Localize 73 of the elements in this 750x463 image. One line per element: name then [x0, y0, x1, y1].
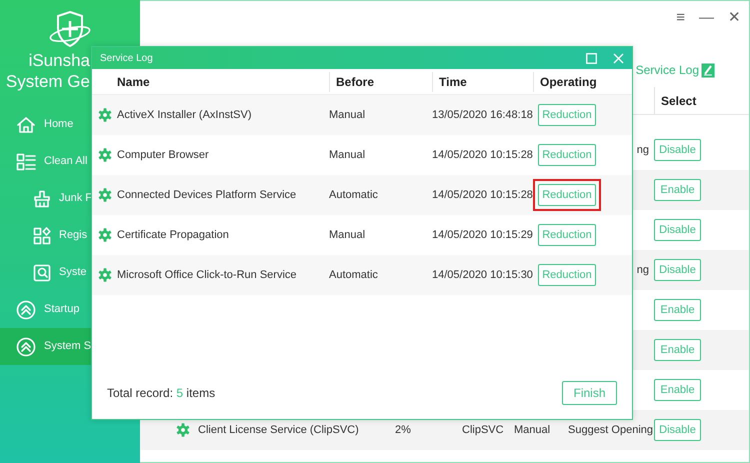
column-header: Operating	[540, 74, 597, 90]
sidebar-label: Home	[44, 117, 74, 132]
column-header: Time	[439, 74, 467, 90]
reduction-button[interactable]: Reduction	[538, 104, 596, 126]
brush-icon	[33, 190, 51, 208]
toggle-button[interactable]: Enable	[654, 179, 701, 201]
gear-icon	[176, 423, 190, 437]
sidebar-item[interactable]: Startup	[0, 291, 140, 328]
gear-icon	[98, 188, 112, 202]
menu-button[interactable]: ≡	[676, 7, 685, 35]
table-cell-text: Computer Browser	[117, 148, 210, 163]
close-button[interactable]: ✕	[728, 7, 741, 35]
table-cell-text: Automatic	[329, 268, 379, 283]
toggle-button[interactable]: Enable	[654, 339, 701, 361]
toggle-button[interactable]: Disable	[654, 139, 701, 161]
toggle-button[interactable]: Enable	[654, 379, 701, 401]
gear-icon	[98, 228, 112, 242]
gear-icon	[98, 108, 112, 122]
registry-icon	[33, 226, 51, 244]
reduction-button[interactable]: Reduction	[538, 264, 596, 286]
total-record-text: Total record: 5 items	[107, 385, 216, 402]
table-cell-text: Manual	[514, 422, 552, 438]
drive-icon	[33, 264, 51, 282]
finish-button[interactable]: Finish	[562, 381, 617, 405]
column-header: Select	[654, 87, 710, 114]
sidebar-label: Syste	[59, 265, 87, 280]
column-header: Name	[117, 74, 150, 90]
table-cell-text: Manual	[329, 228, 366, 243]
toggle-button[interactable]: Disable	[654, 419, 701, 441]
table-cell-text: ActiveX Installer (AxInstSV)	[117, 108, 252, 123]
table-cell-text: 2%	[395, 422, 412, 438]
toggle-button[interactable]: Disable	[654, 219, 701, 241]
brand-name: iSunsha	[28, 50, 90, 71]
table-cell-text: Microsoft Office Click-to-Run Service	[117, 268, 298, 283]
table-cell-text: 14/05/2020 10:15:30	[432, 268, 533, 283]
sidebar-label: Regis	[59, 228, 88, 244]
table-cell-text: 13/05/2020 16:48:18	[432, 108, 533, 123]
home-icon	[16, 116, 36, 134]
chevrons-up-icon	[16, 336, 36, 356]
table-cell-text: 14/05/2020 10:15:29	[432, 228, 533, 243]
table-cell-text: ClipSVC	[462, 422, 505, 438]
sidebar-label: System S	[44, 339, 92, 354]
toggle-button[interactable]: Disable	[654, 259, 701, 281]
close-icon[interactable]	[613, 52, 624, 64]
edit-icon	[701, 62, 715, 78]
column-header: Before	[336, 74, 374, 90]
brand-name: System Ge	[6, 71, 90, 92]
table-cell-text: Manual	[329, 148, 366, 163]
table-cell-text: Suggest Opening	[568, 422, 654, 438]
table-cell-text: Client License Service (ClipSVC)	[198, 422, 360, 438]
table-cell: ng	[636, 144, 649, 156]
table-cell: ng	[636, 264, 649, 276]
service-log-link[interactable]: Service Log	[636, 61, 699, 79]
table-cell-text: Automatic	[329, 188, 379, 203]
table-cell-text: 14/05/2020 10:15:28	[432, 148, 533, 163]
minimize-button[interactable]: —	[699, 7, 714, 35]
sidebar-label: Clean All	[44, 154, 88, 170]
reduction-button[interactable]: Reduction	[538, 224, 596, 246]
list-icon	[16, 152, 36, 170]
gear-icon	[98, 148, 112, 162]
maximize-icon[interactable]	[586, 52, 597, 64]
table-cell-text: Connected Devices Platform Service	[117, 188, 298, 203]
table-cell-text: Certificate Propagation	[117, 228, 230, 243]
table-cell-text: 14/05/2020 10:15:28	[432, 188, 533, 203]
chevrons-up-icon	[16, 300, 36, 320]
toggle-button[interactable]: Enable	[654, 299, 701, 321]
shield-logo-icon	[48, 10, 92, 50]
table-cell-text: Manual	[329, 108, 366, 123]
gear-icon	[98, 268, 112, 282]
dialog-title: Service Log	[100, 52, 153, 66]
reduction-button[interactable]: Reduction	[538, 184, 596, 206]
sidebar-label: Startup	[44, 302, 80, 318]
reduction-button[interactable]: Reduction	[538, 144, 596, 166]
